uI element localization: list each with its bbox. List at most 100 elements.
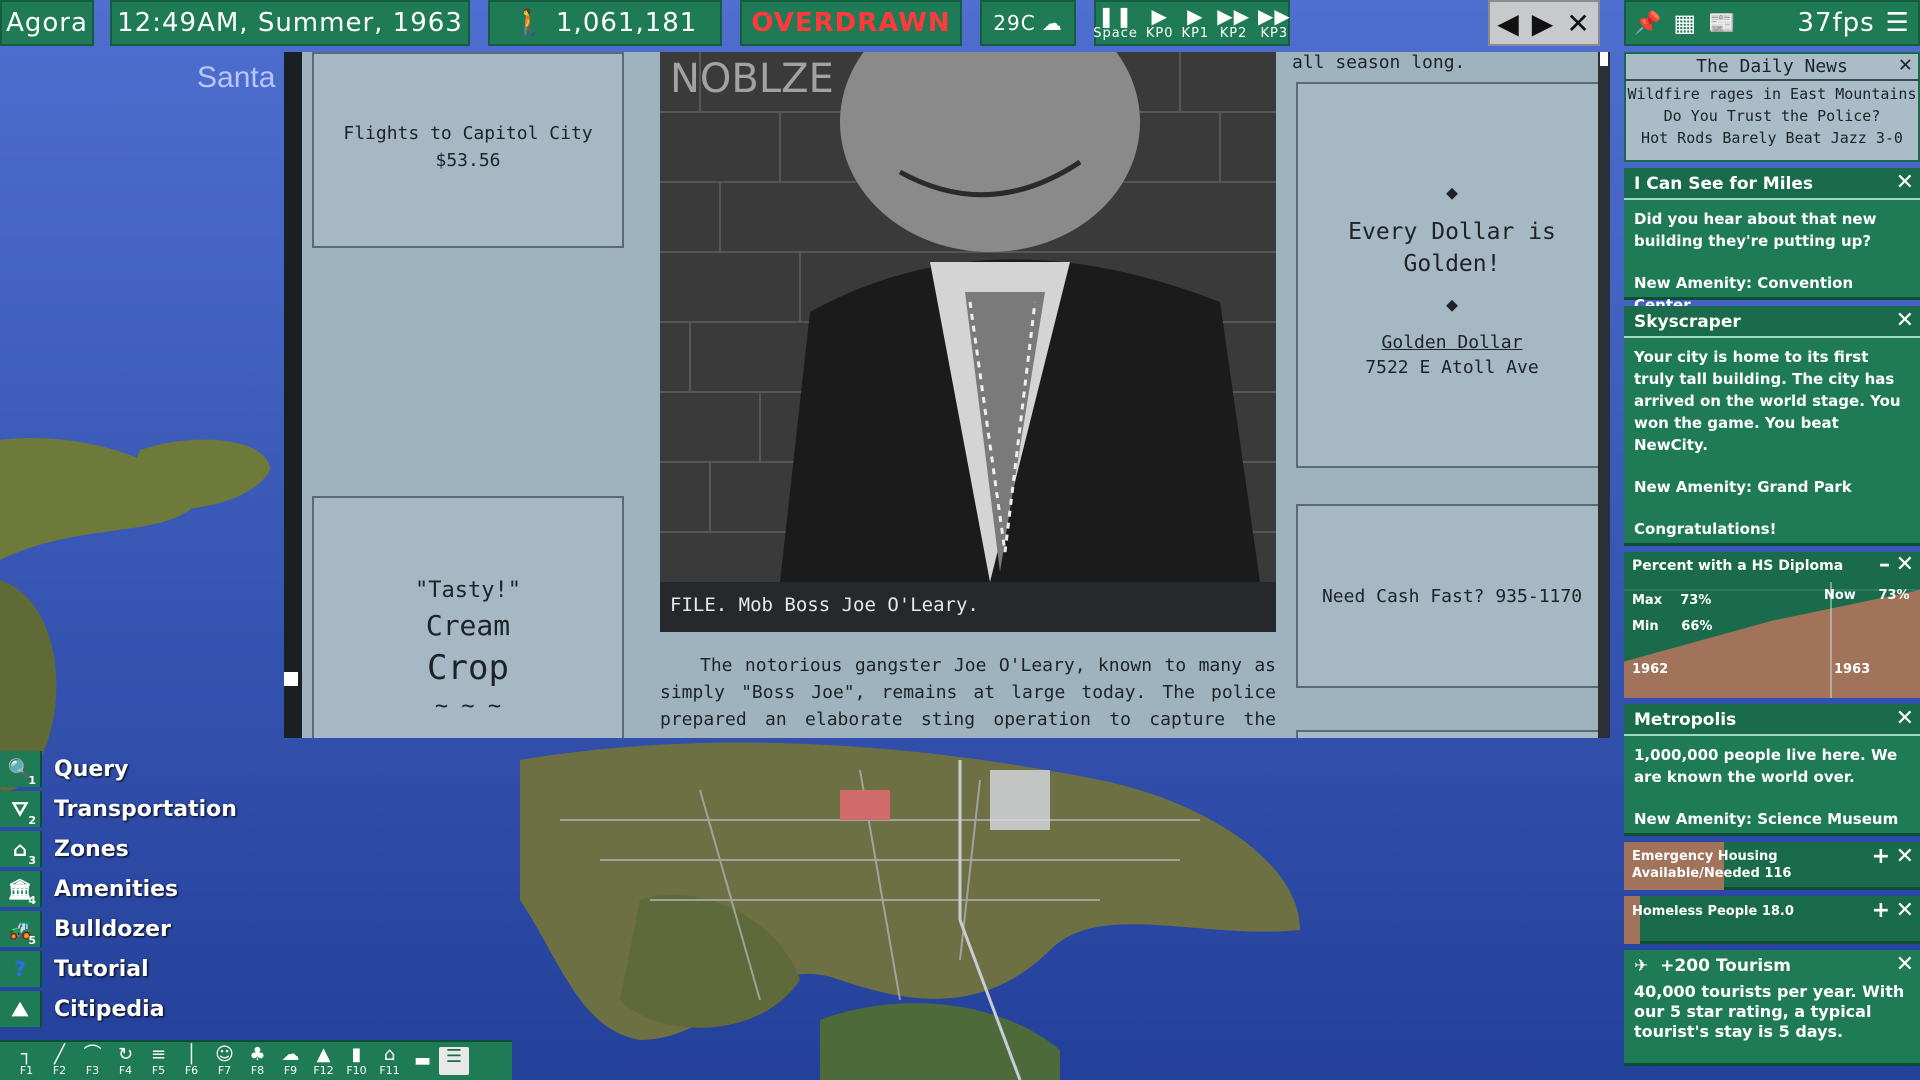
- housing-line2: Available/Needed 116: [1632, 866, 1792, 881]
- notification-card[interactable]: Metropolis ✕ 1,000,000 people live here. …: [1624, 704, 1920, 836]
- play-icon: ▶: [1187, 4, 1204, 28]
- ad-golden-address: 7522 E Atoll Ave: [1365, 357, 1539, 378]
- home-icon: ⌂: [383, 1044, 396, 1065]
- people-icon: ☺: [215, 1044, 234, 1065]
- next-page-icon[interactable]: ▶: [1532, 7, 1555, 40]
- tool-tower-button[interactable]: │ F6: [175, 1045, 208, 1077]
- hamburger-menu-icon[interactable]: ☰: [1886, 8, 1910, 38]
- menu-transportation[interactable]: ⛛ 2 Transportation: [0, 790, 237, 828]
- notification-body: 1,000,000 people live here. We are known…: [1634, 746, 1898, 786]
- tool-tree-button[interactable]: ♣ F8: [241, 1045, 274, 1077]
- ad-golden-dollar[interactable]: ◆ Every Dollar is Golden! ◆ Golden Dolla…: [1296, 82, 1600, 468]
- close-icon[interactable]: ✕: [1896, 952, 1914, 977]
- menu-bulldozer[interactable]: 🚜 5 Bulldozer: [0, 910, 171, 948]
- newspaper-page[interactable]: Flights to Capitol City $53.56 NOBLZE FI…: [284, 52, 1600, 738]
- date-time[interactable]: 12:49AM, Summer, 1963: [110, 0, 470, 46]
- tool-people-button[interactable]: ☺ F7: [208, 1045, 241, 1077]
- scroll-thumb[interactable]: [1600, 52, 1608, 66]
- min-value: 66%: [1681, 619, 1713, 634]
- cloud-icon: ☁: [281, 1044, 300, 1065]
- close-newspaper-icon[interactable]: ✕: [1566, 7, 1590, 40]
- speed-kp0-button[interactable]: ▶ KP0: [1146, 5, 1174, 41]
- close-icon[interactable]: ✕: [1896, 170, 1914, 195]
- close-icon[interactable]: ✕: [1896, 706, 1914, 731]
- tool-shortcut-bar: ┐ F1 ╱ F2 ⌒ F3 ↻ F4 ≡ F5 │ F6 ☺ F7 ♣ F8 ☁ F9 ▲ F12…: [0, 1040, 512, 1080]
- plus-icon[interactable]: +: [1872, 898, 1890, 923]
- article-photo: NOBLZE: [660, 52, 1276, 582]
- menu-label: Query: [54, 756, 129, 782]
- headline[interactable]: Do You Trust the Police?: [1626, 105, 1918, 127]
- daily-news-title: The Daily News: [1696, 56, 1848, 77]
- pin-icon[interactable]: 📌: [1634, 11, 1662, 36]
- now-label: Now: [1824, 588, 1856, 603]
- close-icon[interactable]: ✕: [1896, 308, 1914, 333]
- notification-amenity: New Amenity: Grand Park: [1634, 478, 1852, 496]
- tower-icon: │: [186, 1044, 197, 1065]
- tool-road-button[interactable]: ┐ F1: [10, 1045, 43, 1077]
- tool-building-button[interactable]: ▮ F10: [340, 1045, 373, 1077]
- notification-card[interactable]: Skyscraper ✕ Your city is home to its fir…: [1624, 306, 1920, 546]
- menu-zones[interactable]: ⌂ 3 Zones: [0, 830, 129, 868]
- notification-title: Skyscraper: [1634, 312, 1741, 332]
- prev-page-icon[interactable]: ◀: [1497, 7, 1520, 40]
- tool-rail-button[interactable]: ≡ F5: [142, 1045, 175, 1077]
- menu-amenities[interactable]: 🏛 4 Amenities: [0, 870, 178, 908]
- close-icon[interactable]: ✕: [1899, 52, 1912, 77]
- pause-icon: ❚❚: [1097, 4, 1134, 28]
- fast-forward-icon: ▶▶: [1217, 4, 1250, 28]
- menu-citipedia[interactable]: ⛰ Citipedia: [0, 990, 165, 1028]
- car-icon: ▬: [413, 1050, 431, 1071]
- minimize-icon[interactable]: –: [1879, 552, 1890, 577]
- menu-query[interactable]: 🔍 1 Query: [0, 750, 128, 788]
- notification-card[interactable]: I Can See for Miles ✕ Did you hear about …: [1624, 168, 1920, 314]
- grid-icon[interactable]: ▦: [1673, 9, 1697, 37]
- population-counter[interactable]: 🚶 1,061,181: [488, 0, 722, 46]
- population-value: 1,061,181: [556, 8, 698, 38]
- finance-status[interactable]: OVERDRAWN: [740, 0, 962, 46]
- fastest-icon: ▶▶: [1257, 4, 1291, 28]
- newspaper-icon[interactable]: 📰: [1708, 11, 1736, 36]
- ad-partial: [1296, 730, 1600, 738]
- weather[interactable]: 29C ☁: [980, 0, 1076, 46]
- speed-kp2-button[interactable]: ▶▶ KP2: [1217, 5, 1250, 41]
- speed-kp3-button[interactable]: ▶▶ KP3: [1258, 5, 1291, 41]
- close-icon[interactable]: ✕: [1896, 898, 1914, 923]
- menu-tutorial[interactable]: ? Tutorial: [0, 950, 149, 988]
- tool-house-button[interactable]: ⌂ F11: [373, 1045, 406, 1077]
- housing-panel[interactable]: Emergency Housing Available/Needed 116 +…: [1624, 842, 1920, 890]
- tourism-card[interactable]: ✈ +200 Tourism ✕ 40,000 tourists per yea…: [1624, 950, 1920, 1066]
- ad-golden-name[interactable]: Golden Dollar: [1298, 332, 1600, 353]
- close-icon[interactable]: ✕: [1896, 844, 1914, 869]
- ad-cream-line1: Cream: [425, 609, 511, 642]
- bridge-icon: ⌒: [83, 1044, 102, 1065]
- speed-kp1-button[interactable]: ▶ KP1: [1182, 5, 1210, 41]
- tool-bridge-button[interactable]: ⌒ F3: [76, 1045, 109, 1077]
- newspaper-tool-icon: ☰: [445, 1046, 463, 1067]
- close-icon[interactable]: ✕: [1896, 552, 1914, 577]
- ad-flights[interactable]: Flights to Capitol City $53.56: [312, 52, 624, 248]
- tool-interchange-button[interactable]: ↻ F4: [109, 1045, 142, 1077]
- city-name[interactable]: Agora: [0, 0, 94, 46]
- diploma-chart-panel[interactable]: Percent with a HS Diploma – ✕ Max 73% Mi…: [1624, 552, 1920, 698]
- plus-icon[interactable]: +: [1872, 844, 1890, 869]
- headline[interactable]: Hot Rods Barely Beat Jazz 3-0: [1626, 127, 1918, 149]
- headline[interactable]: Wildfire rages in East Mountains: [1626, 83, 1918, 105]
- max-label: Max: [1632, 593, 1663, 608]
- daily-news-panel[interactable]: The Daily News ✕ Wildfire rages in East …: [1624, 52, 1920, 162]
- left-scroll-handle[interactable]: [284, 672, 298, 686]
- play-slow-icon: ▶: [1151, 4, 1168, 28]
- pause-button[interactable]: ❚❚ Space: [1093, 5, 1138, 41]
- tool-cloud-button[interactable]: ☁ F9: [274, 1045, 307, 1077]
- tool-car-button[interactable]: ▬: [406, 1051, 439, 1071]
- rain-cloud-icon: ☁: [1041, 11, 1063, 35]
- tool-newspaper-button[interactable]: ☰: [439, 1047, 469, 1075]
- tool-warning-button[interactable]: ▲ F12: [307, 1045, 340, 1077]
- fps-counter: 37fps: [1797, 8, 1875, 38]
- ad-need-cash[interactable]: Need Cash Fast? 935-1170: [1296, 504, 1600, 688]
- tool-expressway-button[interactable]: ╱ F2: [43, 1045, 76, 1077]
- newspaper-scrollbar[interactable]: [1598, 52, 1610, 738]
- ad-cream-crop[interactable]: "Tasty!" Cream Crop ~ ~ ~: [312, 496, 624, 738]
- now-value: 73%: [1878, 588, 1910, 603]
- expressway-icon: ╱: [54, 1044, 65, 1065]
- homeless-panel[interactable]: Homeless People 18.0 + ✕: [1624, 896, 1920, 944]
